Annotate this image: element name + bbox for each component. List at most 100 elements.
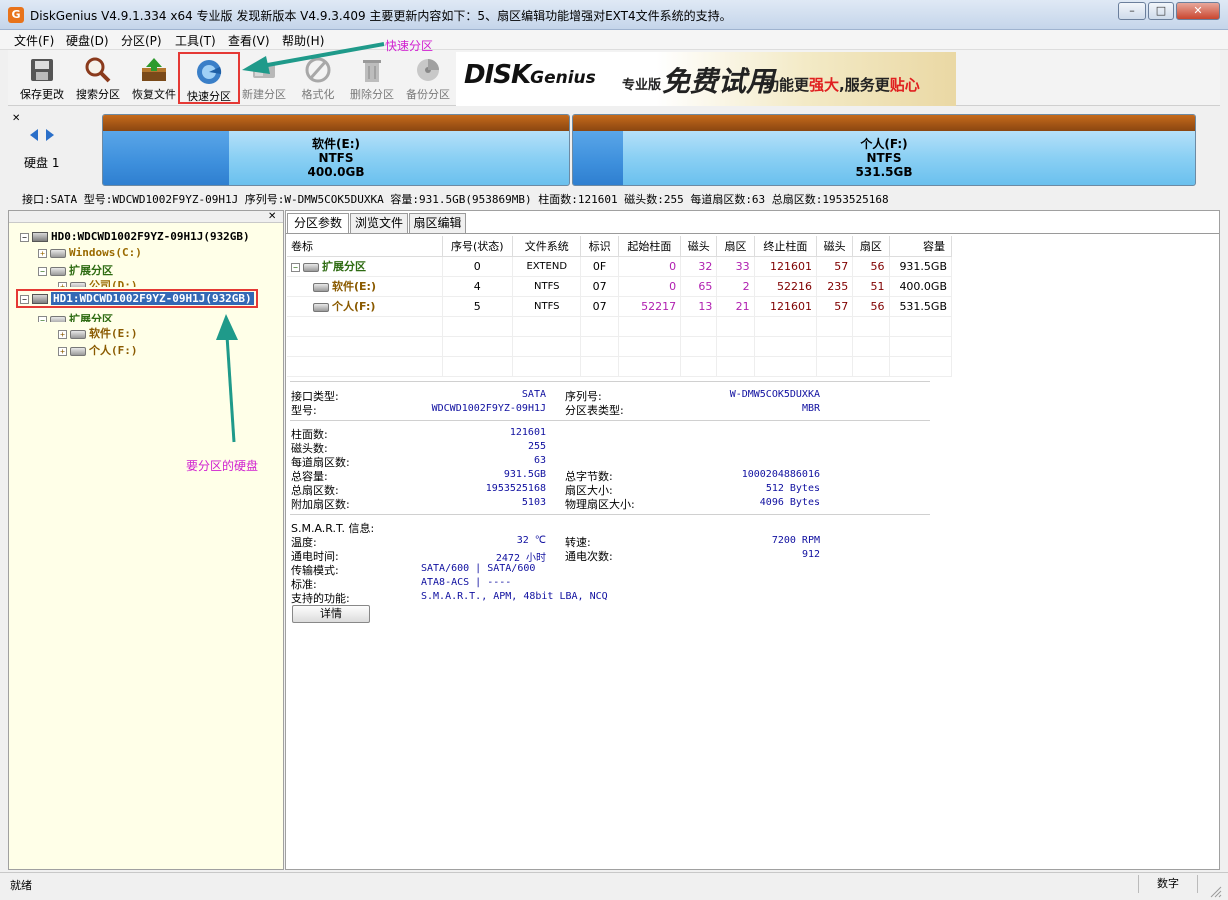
tree-node-software[interactable]: + 软件(E:) — [58, 325, 138, 341]
backup-partition-icon — [417, 59, 439, 81]
column-header[interactable]: 起始柱面 — [618, 236, 682, 257]
partition-block-personal[interactable]: 个人(F:) NTFS 531.5GB — [572, 114, 1196, 186]
supported-features-value: S.M.A.R.T., APM, 48bit LBA, NCQ — [421, 591, 608, 602]
expand-icon[interactable]: + — [58, 346, 67, 356]
cell-label: − 扩展分区 — [287, 256, 443, 277]
close-icon[interactable]: ✕ — [12, 113, 20, 124]
menu-disk[interactable]: 硬盘(D) — [66, 32, 109, 49]
column-header[interactable]: 标识 — [580, 236, 619, 257]
column-header[interactable]: 扇区 — [852, 236, 890, 257]
save-icon — [31, 59, 53, 81]
tree-node-hd1-extended[interactable]: − 扩展分区 — [38, 311, 113, 322]
serial-value: W-DMW5COK5DUXKA — [729, 389, 820, 400]
cell-id: 07 — [580, 276, 619, 297]
tree-node-company[interactable]: + 公司(D:) — [58, 277, 138, 287]
column-header[interactable]: 磁头 — [816, 236, 854, 257]
collapse-icon[interactable]: − — [38, 315, 47, 322]
table-row[interactable]: 软件(E:) 4 NTFS 07 0 65 2 52216 235 51 400… — [287, 276, 953, 297]
partition-icon — [313, 302, 329, 312]
minimize-button[interactable]: – — [1118, 2, 1146, 20]
close-icon[interactable]: ✕ — [268, 211, 276, 222]
menu-file[interactable]: 文件(F) — [14, 32, 54, 49]
tab-browse-files[interactable]: 浏览文件 — [350, 213, 408, 233]
search-partition-button[interactable]: 搜索分区 — [70, 52, 126, 104]
cell-start-sec: 21 — [716, 296, 755, 317]
expand-icon[interactable]: + — [58, 281, 67, 287]
column-header[interactable]: 磁头 — [680, 236, 718, 257]
menu-partition[interactable]: 分区(P) — [121, 32, 162, 49]
column-header[interactable]: 终止柱面 — [754, 236, 818, 257]
standard-value: ATA8-ACS | ---- — [421, 577, 512, 588]
table-row[interactable]: 个人(F:) 5 NTFS 07 52217 13 21 121601 57 5… — [287, 296, 953, 317]
resize-grip-icon[interactable] — [1208, 884, 1222, 898]
partition-block-cap — [103, 115, 569, 131]
extended-partition-icon — [303, 262, 319, 272]
cylinders-value: 121601 — [509, 427, 546, 438]
column-header[interactable]: 扇区 — [716, 236, 755, 257]
table-row-empty — [287, 356, 953, 377]
partition-table-type-value: MBR — [801, 403, 820, 414]
column-header[interactable]: 序号(状态) — [442, 236, 514, 257]
divider — [290, 514, 930, 515]
close-button[interactable]: ✕ — [1176, 2, 1220, 20]
maximize-button[interactable]: □ — [1148, 2, 1174, 20]
sector-size-value: 512 Bytes — [765, 483, 820, 494]
cell-fs: NTFS — [512, 296, 582, 317]
extra-sectors-value: 5103 — [521, 497, 546, 508]
collapse-icon[interactable]: − — [20, 232, 29, 242]
recover-files-button[interactable]: 恢复文件 — [126, 52, 182, 104]
cell-start-head: 32 — [680, 256, 718, 277]
tree-node-hd1[interactable]: − HD1:WDCWD1002F9YZ-09H1J(932GB) — [16, 289, 258, 308]
tree-node-windows[interactable]: + Windows(C:) — [38, 246, 142, 259]
column-header[interactable]: 卷标 — [287, 236, 443, 257]
cell-end-head: 57 — [816, 256, 854, 277]
menu-bar: 文件(F) 硬盘(D) 分区(P) 工具(T) 查看(V) 帮助(H) — [0, 30, 1228, 50]
interface-type-value: SATA — [521, 389, 546, 400]
partition-table: 卷标 序号(状态) 文件系统 标识 起始柱面 磁头 扇区 终止柱面 磁头 扇区 … — [287, 236, 953, 377]
tab-sector-edit[interactable]: 扇区编辑 — [409, 213, 466, 233]
cell-end-sec: 51 — [852, 276, 890, 297]
tree-node-hd0[interactable]: − HD0:WDCWD1002F9YZ-09H1J(932GB) — [20, 230, 250, 243]
hard-disk-icon — [32, 232, 48, 242]
expand-icon[interactable]: + — [38, 248, 47, 258]
save-changes-button[interactable]: 保存更改 — [14, 52, 70, 104]
menu-tools[interactable]: 工具(T) — [175, 32, 216, 49]
cell-start-head: 13 — [680, 296, 718, 317]
partition-table-type-label: 分区表类型: — [565, 404, 624, 417]
divider — [290, 420, 930, 421]
power-on-count-value: 912 — [801, 549, 820, 560]
disk-nav-arrows[interactable] — [28, 128, 58, 142]
cell-fs: NTFS — [512, 276, 582, 297]
promo-banner[interactable]: DISKGenius 专业版 免费试用 功能更强大,服务更贴心 — [456, 52, 956, 106]
power-on-count-label: 通电次数: — [565, 550, 613, 563]
collapse-icon[interactable]: − — [291, 262, 300, 272]
column-header[interactable]: 容量 — [889, 236, 953, 257]
quick-partition-icon — [197, 60, 222, 84]
cell-label: 个人(F:) — [287, 296, 443, 317]
collapse-icon[interactable]: − — [38, 266, 47, 276]
status-text: 就绪 — [10, 879, 32, 892]
partition-icon — [50, 248, 66, 258]
collapse-icon[interactable]: − — [20, 294, 29, 304]
partition-block-software[interactable]: 软件(E:) NTFS 400.0GB — [102, 114, 570, 186]
annotation-target-disk: 要分区的硬盘 — [186, 459, 259, 473]
backup-partition-button[interactable]: 备份分区 — [400, 52, 456, 104]
model-label: 型号: — [291, 404, 317, 417]
expand-icon[interactable]: + — [58, 329, 67, 339]
quick-partition-button[interactable]: 快速分区 — [178, 52, 240, 104]
cell-end-cyl: 52216 — [754, 276, 818, 297]
banner-edition: 专业版 — [622, 78, 662, 93]
tree-node-personal[interactable]: + 个人(F:) — [58, 342, 138, 358]
table-row[interactable]: − 扩展分区 0 EXTEND 0F 0 32 33 121601 57 56 9… — [287, 256, 953, 277]
hard-disk-icon — [32, 294, 48, 304]
details-button[interactable]: 详情 — [292, 605, 370, 623]
power-on-hours-value: 2472 小时 — [495, 553, 546, 564]
cell-size: 931.5GB — [889, 256, 953, 277]
tree-node-hd0-extended[interactable]: − 扩展分区 — [38, 262, 113, 278]
disk-info-line: 接口:SATA 型号:WDCWD1002F9YZ-09H1J 序列号:W-DMW… — [22, 193, 889, 206]
numlock-indicator: 数字 — [1138, 875, 1198, 893]
cell-start-sec: 2 — [716, 276, 755, 297]
annotation-quick-partition: 快速分区 — [385, 39, 434, 53]
column-header[interactable]: 文件系统 — [512, 236, 582, 257]
tab-partition-params[interactable]: 分区参数 — [287, 213, 349, 234]
